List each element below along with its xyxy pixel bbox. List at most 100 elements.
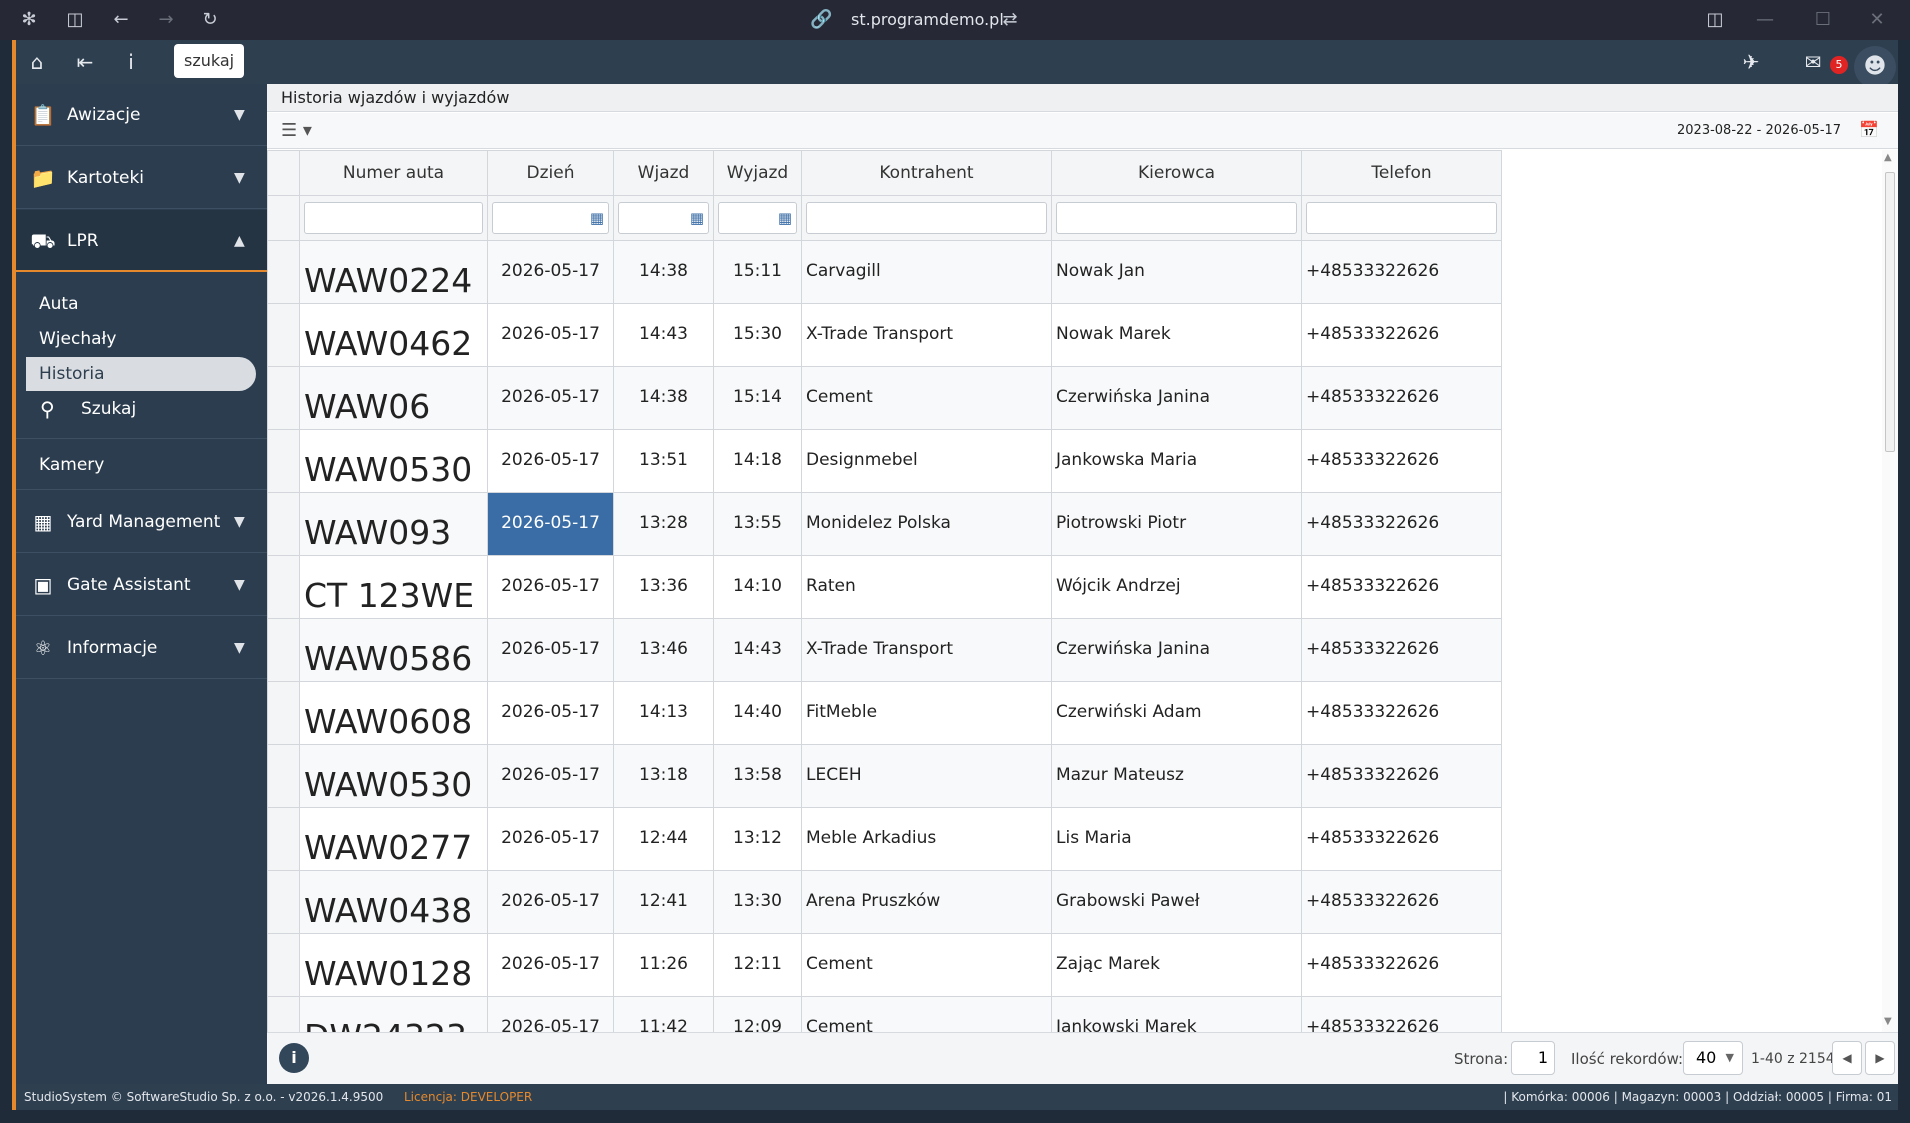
cell-kierowca[interactable]: Grabowski Paweł <box>1051 870 1302 934</box>
cell-wjazd[interactable]: 14:38 <box>613 240 714 304</box>
cell-kontrahent[interactable]: Cement <box>801 366 1052 430</box>
row-header-cell[interactable] <box>267 744 300 808</box>
cell-kontrahent[interactable]: FitMeble <box>801 681 1052 745</box>
cell-numer-auta[interactable]: WAW0530 <box>299 744 488 808</box>
filter-dzien-input[interactable]: ▦ <box>492 202 609 234</box>
row-header-cell[interactable] <box>267 933 300 997</box>
sidebar-item-szukaj[interactable]: ⚲ Szukaj <box>26 392 256 426</box>
cell-wjazd[interactable]: 13:51 <box>613 429 714 493</box>
sidebar-section-awizacje[interactable]: 📋 Awizacje ▼ <box>16 84 267 146</box>
cell-kontrahent[interactable]: Arena Pruszków <box>801 870 1052 934</box>
cell-dzien[interactable]: 2026-05-17 <box>487 429 614 493</box>
mail-icon[interactable]: ✉ <box>1800 50 1826 74</box>
back-icon[interactable]: ← <box>110 10 132 30</box>
cell-numer-auta[interactable]: WAW0438 <box>299 870 488 934</box>
table-row[interactable]: WAW06 2026-05-17 14:38 15:14 Cement Czerwińsk… <box>267 366 1502 430</box>
filter-kontrahent-input[interactable] <box>806 202 1047 234</box>
row-header-cell[interactable] <box>267 303 300 367</box>
row-header-cell[interactable] <box>267 618 300 682</box>
search-button[interactable]: szukaj <box>174 44 245 78</box>
cell-numer-auta[interactable]: WAW0586 <box>299 618 488 682</box>
cell-kontrahent[interactable]: Designmebel <box>801 429 1052 493</box>
sidebar-item-historia[interactable]: Historia <box>26 357 256 391</box>
cell-kierowca[interactable]: Zając Marek <box>1051 933 1302 997</box>
sidebar-item-wjechaly[interactable]: Wjechały <box>26 322 256 356</box>
sidebar-section-informacje[interactable]: ⚛ Informacje ▼ <box>16 617 267 679</box>
reload-icon[interactable]: ↻ <box>199 10 221 30</box>
sidebar-toggle-icon[interactable]: ◫ <box>64 10 86 30</box>
cell-telefon[interactable]: +48533322626 <box>1301 618 1502 682</box>
cell-telefon[interactable]: +48533322626 <box>1301 240 1502 304</box>
table-row[interactable]: WAW0530 2026-05-17 13:18 13:58 LECEH Mazur Ma… <box>267 744 1502 808</box>
calendar-check-icon[interactable]: 📅 <box>1858 119 1880 141</box>
cell-kontrahent[interactable]: Cement <box>801 996 1052 1032</box>
column-header-numer-auta[interactable]: Numer auta <box>299 150 488 196</box>
row-header-cell[interactable] <box>267 996 300 1032</box>
cell-wyjazd[interactable]: 14:18 <box>713 429 802 493</box>
cell-wyjazd[interactable]: 15:14 <box>713 366 802 430</box>
cell-numer-auta[interactable]: WAW093 <box>299 492 488 556</box>
cell-wjazd[interactable]: 14:43 <box>613 303 714 367</box>
cell-kontrahent[interactable]: LECEH <box>801 744 1052 808</box>
cell-dzien[interactable]: 2026-05-17 <box>487 303 614 367</box>
sidebar-section-kartoteki[interactable]: 📁 Kartoteki ▼ <box>16 147 267 209</box>
cell-dzien[interactable]: 2026-05-17 <box>487 240 614 304</box>
cell-wyjazd[interactable]: 15:11 <box>713 240 802 304</box>
table-row[interactable]: CT 123WE 2026-05-17 13:36 14:10 Raten Wójcik … <box>267 555 1502 619</box>
row-header-cell[interactable] <box>267 807 300 871</box>
cell-wyjazd[interactable]: 15:30 <box>713 303 802 367</box>
cell-dzien[interactable]: 2026-05-17 <box>487 555 614 619</box>
cell-telefon[interactable]: +48533322626 <box>1301 303 1502 367</box>
cell-kontrahent[interactable]: Meble Arkadius <box>801 807 1052 871</box>
site-settings-icon[interactable]: ⇄ <box>999 10 1021 30</box>
filter-numer-auta-input[interactable] <box>304 202 483 234</box>
table-row[interactable]: WAW0277 2026-05-17 12:44 13:12 Meble Arkadiu… <box>267 807 1502 871</box>
cell-dzien[interactable]: 2026-05-17 <box>487 366 614 430</box>
table-row[interactable]: WAW0224 2026-05-17 14:38 15:11 Carvagill Nowa… <box>267 240 1502 304</box>
cell-telefon[interactable]: +48533322626 <box>1301 681 1502 745</box>
cell-wjazd[interactable]: 13:18 <box>613 744 714 808</box>
home-icon[interactable]: ⌂ <box>24 50 50 74</box>
user-avatar-icon[interactable]: ☻ <box>1854 46 1896 88</box>
table-row[interactable]: WAW0530 2026-05-17 13:51 14:18 Designmebel Ja… <box>267 429 1502 493</box>
plane-icon[interactable]: ✈ <box>1738 50 1764 74</box>
cell-kierowca[interactable]: Nowak Jan <box>1051 240 1302 304</box>
cell-kierowca[interactable]: Lis Maria <box>1051 807 1302 871</box>
row-header-cell[interactable] <box>267 492 300 556</box>
column-header-kierowca[interactable]: Kierowca <box>1051 150 1302 196</box>
table-row[interactable]: WAW0128 2026-05-17 11:26 12:11 Cement Zając M… <box>267 933 1502 997</box>
cell-numer-auta[interactable]: WAW0224 <box>299 240 488 304</box>
cell-numer-auta[interactable]: WAW06 <box>299 366 488 430</box>
cell-kierowca[interactable]: Jankowski Marek <box>1051 996 1302 1032</box>
cell-kierowca[interactable]: Wójcik Andrzej <box>1051 555 1302 619</box>
cell-telefon[interactable]: +48533322626 <box>1301 807 1502 871</box>
cell-wjazd[interactable]: 13:46 <box>613 618 714 682</box>
cell-wyjazd[interactable]: 14:43 <box>713 618 802 682</box>
cell-dzien[interactable]: 2026-05-17 <box>487 681 614 745</box>
cell-kontrahent[interactable]: Monidelez Polska <box>801 492 1052 556</box>
cell-kierowca[interactable]: Nowak Marek <box>1051 303 1302 367</box>
records-select[interactable]: 40 ▼ <box>1683 1041 1743 1075</box>
filter-telefon-input[interactable] <box>1306 202 1497 234</box>
cell-telefon[interactable]: +48533322626 <box>1301 870 1502 934</box>
filter-kierowca-input[interactable] <box>1056 202 1297 234</box>
table-row[interactable]: WAW0462 2026-05-17 14:43 15:30 X-Trade Trans… <box>267 303 1502 367</box>
cell-wjazd[interactable]: 13:28 <box>613 492 714 556</box>
cell-kontrahent[interactable]: Carvagill <box>801 240 1052 304</box>
cell-numer-auta[interactable]: WAW0530 <box>299 429 488 493</box>
column-header-dzien[interactable]: Dzień <box>487 150 614 196</box>
cell-numer-auta[interactable]: WAW0277 <box>299 807 488 871</box>
row-header-cell[interactable] <box>267 555 300 619</box>
page-input[interactable]: 1 <box>1511 1041 1555 1075</box>
scrollbar-thumb[interactable] <box>1885 172 1895 452</box>
table-row[interactable]: WAW093 2026-05-17 13:28 13:55 Monidelez Pols… <box>267 492 1502 556</box>
cell-wjazd[interactable]: 14:38 <box>613 366 714 430</box>
cell-numer-auta[interactable]: WAW0608 <box>299 681 488 745</box>
cell-dzien[interactable]: 2026-05-17 <box>487 618 614 682</box>
cell-dzien[interactable]: 2026-05-17 <box>487 807 614 871</box>
cell-wjazd[interactable]: 12:44 <box>613 807 714 871</box>
sidebar-section-gate-assistant[interactable]: ▣ Gate Assistant ▼ <box>16 554 267 616</box>
cell-wyjazd[interactable]: 12:09 <box>713 996 802 1032</box>
cell-dzien[interactable]: 2026-05-17 <box>487 996 614 1032</box>
browser-logo-icon[interactable]: ✻ <box>18 10 40 30</box>
